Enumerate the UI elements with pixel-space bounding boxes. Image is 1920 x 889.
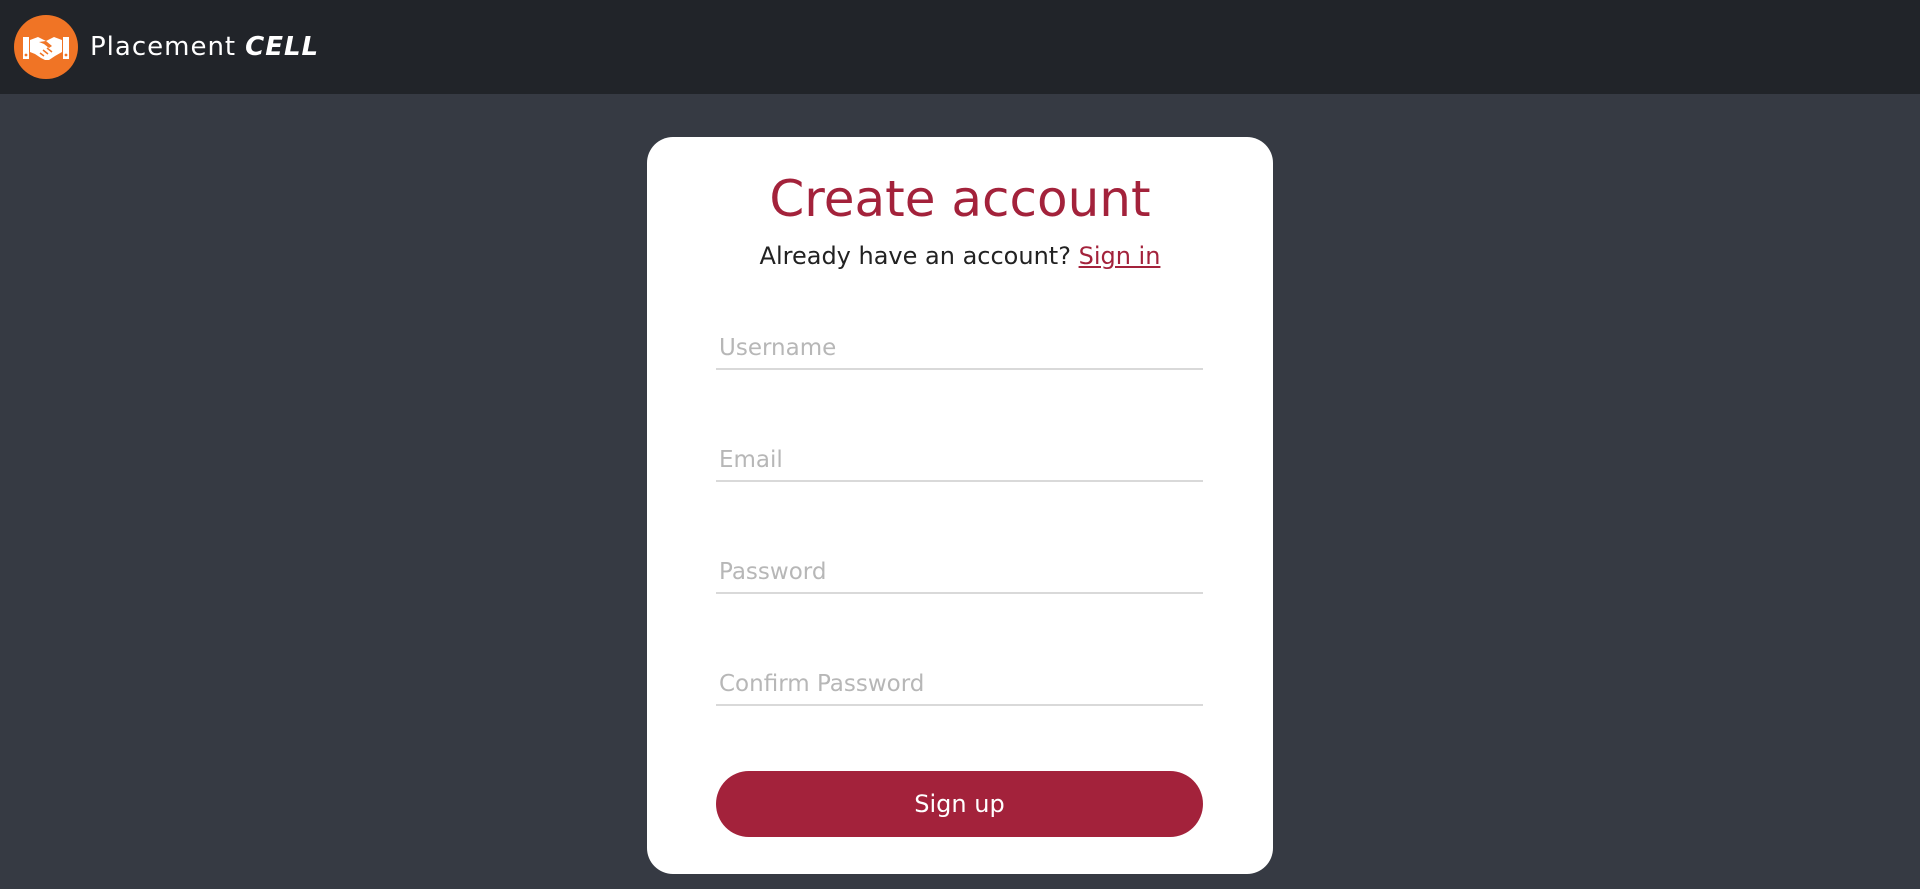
brand-name: Placement CELL	[90, 32, 319, 62]
page-title: Create account	[769, 170, 1151, 228]
signup-card: Create account Already have an account? …	[647, 137, 1273, 874]
signup-button[interactable]: Sign up	[716, 771, 1203, 837]
navbar: Placement CELL	[0, 0, 1920, 94]
brand-name-emphasis: CELL	[245, 32, 320, 62]
password-input[interactable]	[716, 552, 1203, 594]
username-input[interactable]	[716, 328, 1203, 370]
email-input[interactable]	[716, 440, 1203, 482]
signin-prompt-text: Already have an account?	[759, 242, 1071, 270]
handshake-icon	[14, 15, 78, 79]
signin-prompt: Already have an account? Sign in	[647, 242, 1273, 270]
brand-link[interactable]: Placement CELL	[14, 15, 319, 79]
confirm-password-input[interactable]	[716, 664, 1203, 706]
signin-link[interactable]: Sign in	[1079, 242, 1161, 270]
brand-name-text: Placement	[90, 32, 237, 62]
